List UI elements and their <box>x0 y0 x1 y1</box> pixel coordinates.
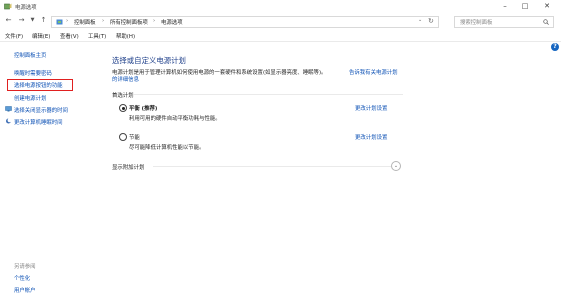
see-also-user-accounts[interactable]: 用户帐户 <box>14 286 36 294</box>
search-placeholder: 搜索控制面板 <box>460 20 493 26</box>
page-title: 选择或自定义电源计划 <box>112 56 186 65</box>
plan-power-saver-settings-link[interactable]: 更改计划设置 <box>355 133 387 141</box>
control-panel-icon <box>56 19 63 25</box>
close-button[interactable]: ✕ <box>538 0 556 12</box>
see-also-personalization[interactable]: 个性化 <box>14 274 30 282</box>
moon-icon <box>6 118 12 124</box>
page-description: 电源计划是用于管理计算机如何使用电源的一套硬件和系统设置(如显示器亮度、睡眠等)… <box>112 70 327 76</box>
power-options-icon <box>4 3 12 10</box>
breadcrumb-separator-icon: › <box>66 18 69 24</box>
radio-selected-dot <box>121 106 125 110</box>
menu-file[interactable]: 文件(F) <box>5 32 23 40</box>
plan-balanced-name[interactable]: 平衡 (推荐) <box>129 104 157 112</box>
monitor-icon <box>5 106 12 112</box>
show-additional-plans-label[interactable]: 显示附加计划 <box>112 163 144 171</box>
plan-balanced-settings-link[interactable]: 更改计划设置 <box>355 104 387 112</box>
back-arrow-icon[interactable]: ← <box>4 16 13 25</box>
breadcrumb-power-options[interactable]: 电源选项 <box>161 18 183 26</box>
preferred-plans-label: 首选计划 <box>112 93 134 99</box>
window-title: 电源选项 <box>15 5 37 11</box>
sidebar-item-require-password[interactable]: 唤醒时需要密码 <box>14 69 52 77</box>
sidebar-item-sleep-time[interactable]: 更改计算机睡眠时间 <box>14 118 63 126</box>
see-also-heading: 另请参阅 <box>14 264 36 270</box>
search-input[interactable]: 搜索控制面板 <box>454 16 554 28</box>
minimize-button[interactable]: – <box>496 0 514 12</box>
menu-help[interactable]: 帮助(H) <box>116 32 135 40</box>
additional-plans-divider <box>153 166 391 167</box>
title-bar: 电源选项 – □ ✕ <box>0 0 561 13</box>
sidebar-item-create-plan[interactable]: 创建电源计划 <box>14 94 46 102</box>
breadcrumb-separator-icon: › <box>102 18 105 24</box>
menu-edit[interactable]: 编辑(E) <box>32 32 50 40</box>
forward-arrow-icon[interactable]: → <box>17 16 26 25</box>
sidebar-item-power-buttons[interactable]: 选择电源按钮的功能 <box>14 81 63 89</box>
refresh-icon[interactable]: ↻ <box>428 17 434 25</box>
plan-power-saver-name[interactable]: 节能 <box>129 133 140 141</box>
menu-bar <box>0 30 561 40</box>
sidebar-item-display-off-time[interactable]: 选择关闭显示器的时间 <box>14 106 68 114</box>
plan-power-saver-radio[interactable] <box>119 133 127 141</box>
maximize-button[interactable]: □ <box>516 0 534 12</box>
learn-more-link-continued[interactable]: 的详细信息 <box>112 75 139 83</box>
sidebar-item-control-panel-home[interactable]: 控制面板主页 <box>14 51 46 59</box>
address-dropdown-icon[interactable]: ⌄ <box>418 17 422 23</box>
address-bar[interactable]: › 控制面板 › 所有控制面板项 › 电源选项 ⌄ ↻ <box>51 16 439 28</box>
menu-tools[interactable]: 工具(T) <box>88 32 106 40</box>
breadcrumb-all-items[interactable]: 所有控制面板项 <box>110 18 148 26</box>
search-icon[interactable] <box>543 19 549 25</box>
help-icon[interactable]: ? <box>551 43 559 51</box>
learn-more-link[interactable]: 告诉我有关电源计划 <box>349 68 398 76</box>
breadcrumb-control-panel[interactable]: 控制面板 <box>74 18 96 26</box>
plan-balanced-description: 利用可用的硬件自动平衡功耗与性能。 <box>129 116 221 122</box>
plan-power-saver-description: 尽可能降低计算机性能以节能。 <box>129 145 205 151</box>
expand-chevron-icon[interactable]: ⌄ <box>391 161 401 171</box>
recent-pages-chevron-icon[interactable]: ▼ <box>28 16 37 25</box>
plan-balanced-radio[interactable] <box>119 104 127 112</box>
breadcrumb-separator-icon: › <box>153 18 156 24</box>
up-arrow-icon[interactable]: ↑ <box>39 16 48 25</box>
menu-view[interactable]: 查看(V) <box>60 32 79 40</box>
menu-divider <box>0 41 561 42</box>
preferred-plans-divider <box>133 94 403 95</box>
